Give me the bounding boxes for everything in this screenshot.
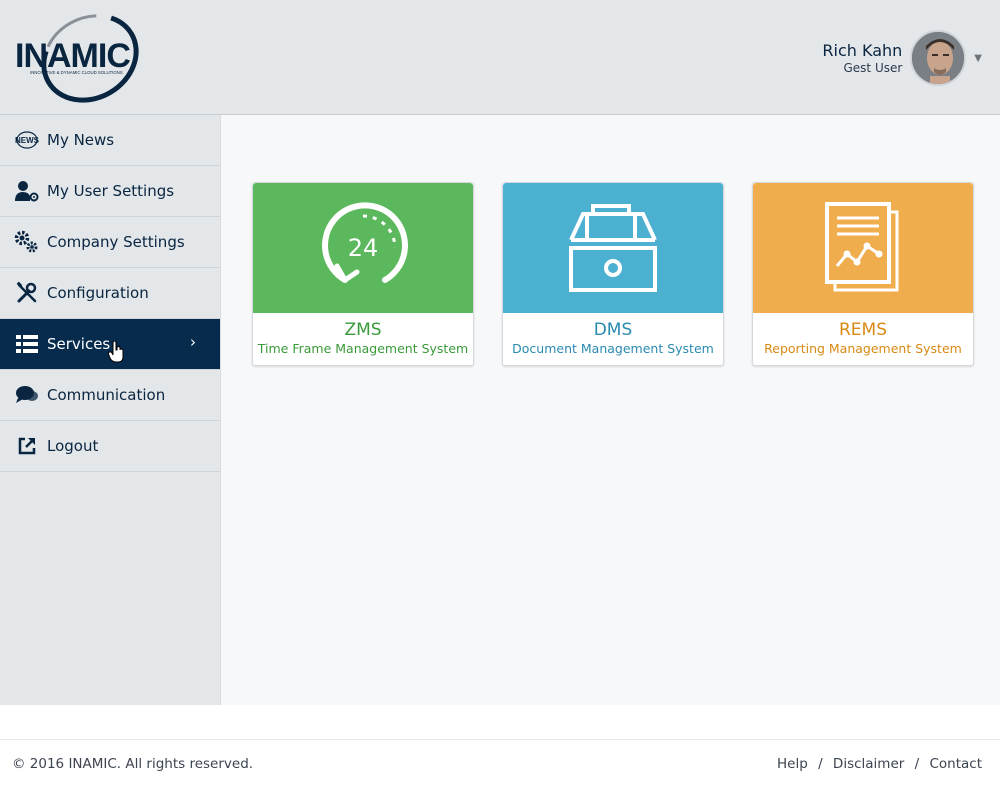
user-settings-icon: [14, 178, 40, 204]
sidebar-item-configuration[interactable]: Configuration: [0, 268, 220, 319]
report-chart-icon: [825, 202, 899, 292]
copyright-text: © 2016 INAMIC. All rights reserved.: [12, 756, 254, 772]
sidebar-item-label: Communication: [47, 386, 166, 404]
svg-text:INNOVATIVE & DYNAMIC CLOUD SOL: INNOVATIVE & DYNAMIC CLOUD SOLUTIONS: [30, 70, 123, 75]
footer: © 2016 INAMIC. All rights reserved. Help…: [0, 739, 1000, 790]
sidebar-item-label: My User Settings: [47, 182, 175, 200]
footer-link-help[interactable]: Help: [777, 756, 808, 772]
card-subtitle: Reporting Management System: [764, 341, 962, 356]
sidebar: NEWS My News My User Settings Company Se…: [0, 115, 221, 705]
inamic-logo[interactable]: INAMIC INNOVATIVE & DYNAMIC CLOUD SOLUTI…: [12, 12, 172, 104]
svg-text:NEWS: NEWS: [15, 136, 40, 145]
card-title: DMS: [593, 320, 633, 340]
sidebar-item-my-user-settings[interactable]: My User Settings: [0, 166, 220, 217]
service-card-zms[interactable]: 24 ZMS Time Frame Management System: [252, 182, 474, 366]
sidebar-item-label: Logout: [47, 437, 99, 455]
card-subtitle: Document Management System: [512, 341, 714, 356]
main-content: 24 ZMS Time Frame Management System DMS …: [221, 115, 1000, 705]
sidebar-item-logout[interactable]: Logout: [0, 421, 220, 472]
footer-link-disclaimer[interactable]: Disclaimer: [833, 756, 904, 772]
card-header: 24: [253, 183, 473, 313]
sidebar-item-company-settings[interactable]: Company Settings: [0, 217, 220, 268]
sidebar-item-communication[interactable]: Communication: [0, 370, 220, 421]
footer-link-contact[interactable]: Contact: [929, 756, 982, 772]
user-role: Gest User: [843, 61, 903, 75]
user-menu[interactable]: Rich Kahn Gest User ▼: [822, 28, 982, 88]
wrench-screwdriver-icon: [14, 280, 40, 306]
service-card-dms[interactable]: DMS Document Management System: [502, 182, 724, 366]
sidebar-item-label: Company Settings: [47, 233, 185, 251]
chat-bubbles-icon: [14, 382, 40, 408]
sidebar-item-label: My News: [47, 131, 115, 149]
user-name: Rich Kahn: [822, 41, 903, 60]
header: INAMIC INNOVATIVE & DYNAMIC CLOUD SOLUTI…: [0, 0, 1000, 115]
footer-links: Help / Disclaimer / Contact: [777, 756, 982, 772]
gears-icon: [14, 229, 40, 255]
sidebar-item-label: Services: [47, 335, 111, 353]
sidebar-item-services[interactable]: Services ›: [0, 319, 220, 370]
card-header: [503, 183, 723, 313]
card-title: REMS: [838, 320, 887, 340]
document-drawer-icon: [569, 204, 657, 292]
chevron-right-icon: ›: [190, 333, 196, 351]
news-icon: NEWS: [14, 127, 40, 153]
hand-cursor-icon: [107, 340, 126, 367]
card-subtitle: Time Frame Management System: [257, 341, 469, 356]
avatar[interactable]: [910, 30, 967, 86]
footer-separator: /: [818, 756, 823, 772]
footer-separator: /: [914, 756, 920, 772]
external-link-icon: [14, 433, 40, 459]
card-header: [753, 183, 973, 313]
list-icon: [14, 331, 40, 357]
24-hour-clock-icon: 24: [322, 202, 408, 283]
chevron-down-icon[interactable]: ▼: [974, 53, 982, 64]
card-title: ZMS: [344, 320, 382, 340]
sidebar-item-label: Configuration: [47, 284, 149, 302]
service-card-rems[interactable]: REMS Reporting Management System: [752, 182, 974, 366]
sidebar-item-my-news[interactable]: NEWS My News: [0, 115, 220, 166]
svg-text:24: 24: [348, 234, 379, 262]
